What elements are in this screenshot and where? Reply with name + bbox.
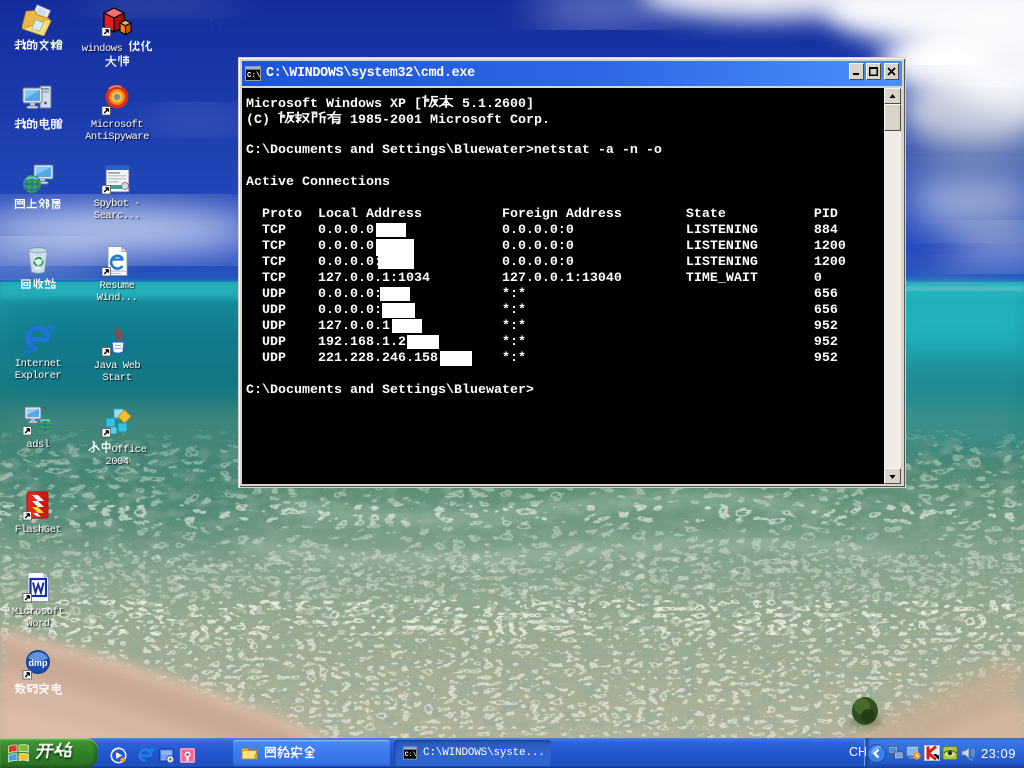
svg-text:C:\: C:\ <box>405 751 417 758</box>
svg-text:C:\: C:\ <box>247 72 261 80</box>
svg-text:dmp: dmp <box>29 658 49 668</box>
